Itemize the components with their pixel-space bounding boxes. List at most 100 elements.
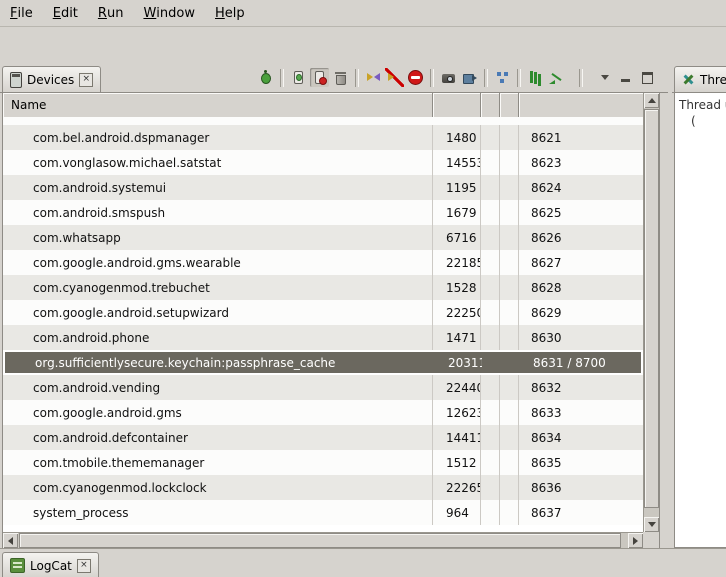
process-pid: 6716 bbox=[433, 225, 481, 250]
empty-cell bbox=[481, 175, 500, 200]
empty-cell bbox=[483, 352, 502, 373]
table-row[interactable]: com.google.android.gms126238633 bbox=[3, 400, 643, 425]
process-port: 8626 bbox=[519, 225, 643, 250]
vertical-scrollbar[interactable] bbox=[643, 93, 659, 532]
table-row[interactable]: com.google.android.gms.wearable221858627 bbox=[3, 250, 643, 275]
menu-item-file[interactable]: File bbox=[0, 0, 43, 26]
menu-item-edit[interactable]: Edit bbox=[43, 0, 88, 26]
dump-hprof-icon[interactable] bbox=[310, 68, 329, 87]
process-pid: 1679 bbox=[433, 200, 481, 225]
debug-process-icon[interactable] bbox=[256, 68, 275, 87]
empty-cell bbox=[481, 225, 500, 250]
empty-cell bbox=[500, 200, 519, 225]
close-icon[interactable]: × bbox=[79, 73, 93, 87]
close-icon[interactable]: × bbox=[77, 559, 91, 573]
process-pid: 14553 bbox=[433, 150, 481, 175]
table-row[interactable]: com.cyanogenmod.trebuchet15288628 bbox=[3, 275, 643, 300]
ui-hierarchy-icon[interactable] bbox=[493, 68, 512, 87]
process-port: 8635 bbox=[519, 450, 643, 475]
vertical-scroll-thumb[interactable] bbox=[644, 109, 659, 508]
horizontal-scrollbar[interactable] bbox=[3, 532, 643, 548]
column-header-blank2[interactable] bbox=[500, 93, 519, 117]
column-header-pid[interactable] bbox=[433, 93, 481, 117]
empty-cell bbox=[481, 325, 500, 350]
cause-gc-icon[interactable] bbox=[331, 68, 350, 87]
empty-cell bbox=[500, 125, 519, 150]
scroll-down-button[interactable] bbox=[644, 517, 659, 532]
column-header-blank1[interactable] bbox=[481, 93, 500, 117]
tab-devices[interactable]: Devices × bbox=[2, 66, 101, 92]
column-header-port[interactable] bbox=[519, 93, 643, 117]
table-row[interactable]: com.tmobile.thememanager15128635 bbox=[3, 450, 643, 475]
table-row[interactable]: com.android.smspush16798625 bbox=[3, 200, 643, 225]
arrow-right-icon bbox=[633, 537, 638, 545]
process-port: 8633 bbox=[519, 400, 643, 425]
menu-item-window[interactable]: Window bbox=[133, 0, 205, 26]
process-pid: 1528 bbox=[433, 275, 481, 300]
process-name: com.vonglasow.michael.satstat bbox=[3, 150, 433, 175]
bottom-bar: LogCat × bbox=[0, 548, 726, 577]
empty-cell bbox=[500, 275, 519, 300]
table-row[interactable]: com.whatsapp6716 8626 bbox=[3, 225, 643, 250]
capture-layers-icon[interactable] bbox=[526, 68, 545, 87]
menu-item-run[interactable]: Run bbox=[88, 0, 134, 26]
column-header-name[interactable]: Name bbox=[3, 93, 433, 117]
threads-message-line1: Thread up bbox=[679, 98, 726, 112]
process-name: com.google.android.gms bbox=[3, 400, 433, 425]
method-profiling-icon[interactable] bbox=[547, 68, 566, 87]
update-heap-icon[interactable] bbox=[289, 68, 308, 87]
table-row[interactable]: com.android.systemui11958624 bbox=[3, 175, 643, 200]
empty-cell bbox=[500, 150, 519, 175]
scroll-right-button[interactable] bbox=[628, 533, 643, 548]
process-name: org.sufficientlysecure.keychain:passphra… bbox=[5, 352, 435, 373]
empty-cell bbox=[481, 250, 500, 275]
table-row[interactable]: com.cyanogenmod.lockclock222658636 bbox=[3, 475, 643, 500]
process-pid: 22250 bbox=[433, 300, 481, 325]
partial-row bbox=[3, 117, 643, 125]
update-threads-icon[interactable] bbox=[364, 68, 383, 87]
view-menu-icon[interactable] bbox=[596, 68, 615, 87]
table-row[interactable]: com.android.vending224408632 bbox=[3, 375, 643, 400]
video-capture-icon[interactable] bbox=[460, 68, 479, 87]
table-row[interactable]: com.google.android.setupwizard222508629 bbox=[3, 300, 643, 325]
device-icon bbox=[10, 72, 22, 88]
empty-cell bbox=[500, 475, 519, 500]
main-toolbar bbox=[0, 27, 726, 64]
empty-cell bbox=[481, 275, 500, 300]
threads-content: Thread up ( bbox=[674, 92, 726, 548]
table-row[interactable]: com.android.defcontainer144118634 bbox=[3, 425, 643, 450]
process-port: 8628 bbox=[519, 275, 643, 300]
process-port: 8630 bbox=[519, 325, 643, 350]
empty-cell bbox=[500, 375, 519, 400]
minimize-icon[interactable] bbox=[617, 68, 636, 87]
table-body: com.bel.android.dspmanager14808621com.vo… bbox=[3, 117, 643, 532]
scroll-left-button[interactable] bbox=[3, 533, 18, 548]
empty-cell bbox=[481, 500, 500, 525]
tab-threads[interactable]: Threads bbox=[674, 66, 726, 92]
arrow-down-icon bbox=[648, 522, 656, 527]
maximize-icon[interactable] bbox=[638, 68, 657, 87]
empty-cell bbox=[481, 300, 500, 325]
horizontal-scroll-thumb[interactable] bbox=[19, 533, 621, 548]
process-port: 8629 bbox=[519, 300, 643, 325]
empty-cell bbox=[500, 500, 519, 525]
screen-capture-icon[interactable] bbox=[439, 68, 458, 87]
process-port: 8637 bbox=[519, 500, 643, 525]
table-row[interactable]: com.android.phone14718630 bbox=[3, 325, 643, 350]
process-name: com.whatsapp bbox=[3, 225, 433, 250]
arrow-left-icon bbox=[8, 537, 13, 545]
empty-cell bbox=[481, 200, 500, 225]
tab-logcat[interactable]: LogCat × bbox=[2, 552, 99, 577]
stop-process-icon[interactable] bbox=[406, 68, 425, 87]
table-row[interactable]: org.sufficientlysecure.keychain:passphra… bbox=[3, 350, 643, 375]
menu-item-help[interactable]: Help bbox=[205, 0, 255, 26]
table-row[interactable]: com.bel.android.dspmanager14808621 bbox=[3, 125, 643, 150]
tab-devices-label: Devices bbox=[27, 73, 74, 87]
empty-cell bbox=[500, 225, 519, 250]
stop-thread-updates-icon[interactable] bbox=[385, 68, 404, 87]
process-pid: 1195 bbox=[433, 175, 481, 200]
table-row[interactable]: system_process9648637 bbox=[3, 500, 643, 525]
scroll-up-button[interactable] bbox=[644, 93, 659, 108]
toolbar-separator bbox=[280, 69, 284, 87]
table-row[interactable]: com.vonglasow.michael.satstat145538623 bbox=[3, 150, 643, 175]
